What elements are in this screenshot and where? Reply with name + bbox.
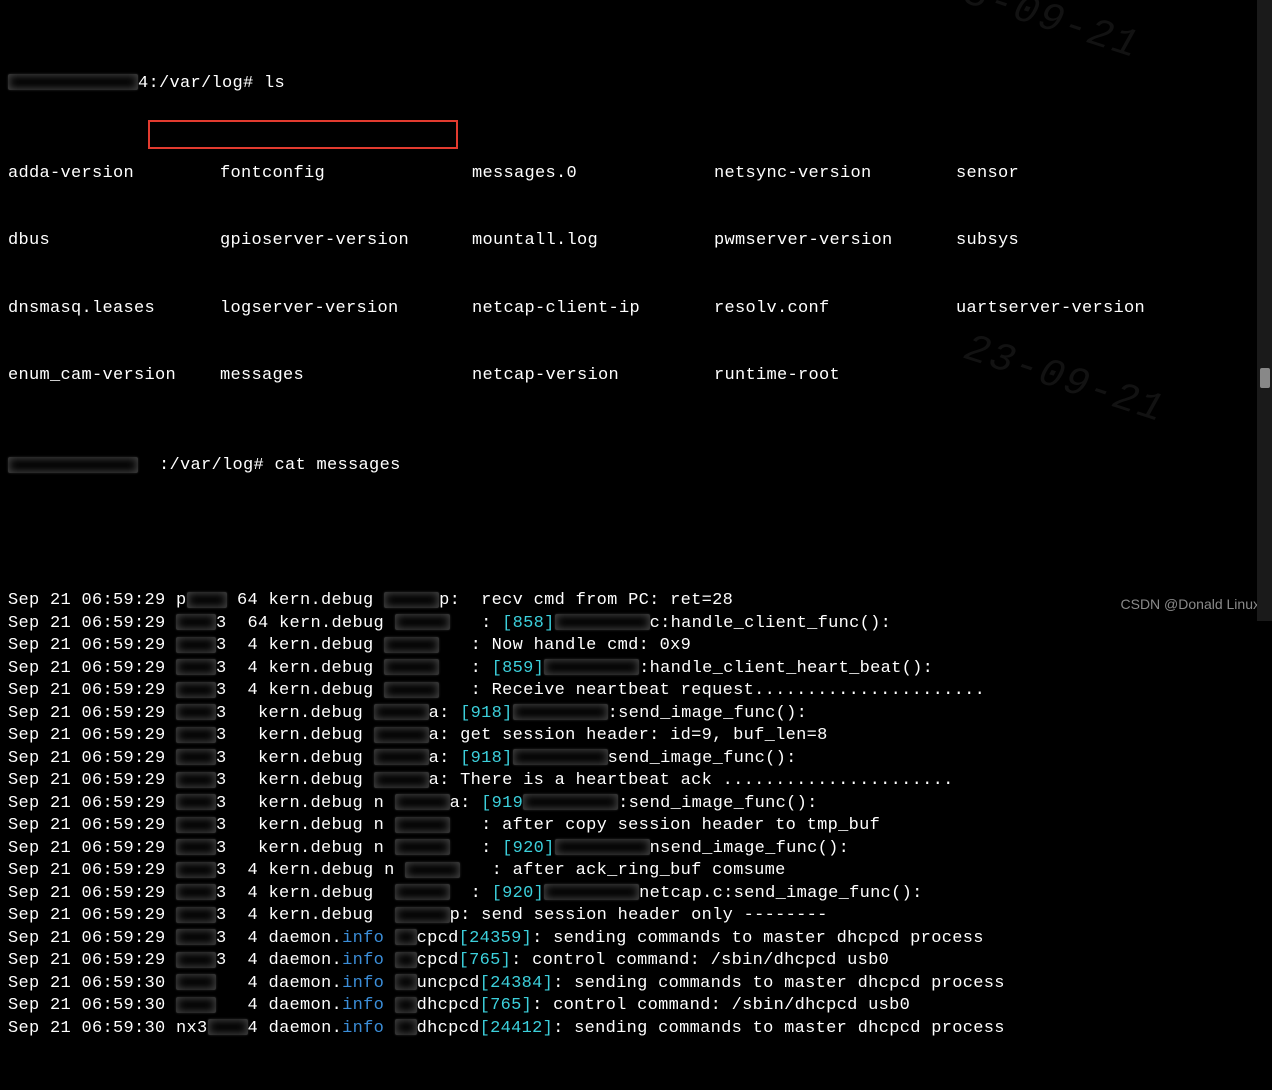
log-line: Sep 21 06:59:29 3 64 kern.debug : [858]c…: [8, 613, 1264, 636]
prompt-line-1: 4:/var/log# ls: [8, 73, 1264, 96]
highlight-box: [148, 120, 458, 149]
csdn-watermark: CSDN @Donald Linux: [1121, 593, 1261, 616]
ls-output-row: adda-versionfontconfigmessages.0netsync-…: [8, 163, 1264, 186]
log-line: Sep 21 06:59:29 3 4 kern.debug n : after…: [8, 860, 1264, 883]
log-line: Sep 21 06:59:30 nx34 daemon.info dhcpcd[…: [8, 1018, 1264, 1041]
log-line: Sep 21 06:59:29 3 kern.debug n a: [919:s…: [8, 793, 1264, 816]
prompt-line-2: :/var/log# cat messages: [8, 455, 1264, 478]
scroll-thumb[interactable]: [1260, 368, 1270, 388]
log-line: Sep 21 06:59:29 3 kern.debug n : after c…: [8, 815, 1264, 838]
log-line: Sep 21 06:59:30 4 daemon.info dhcpcd[765…: [8, 995, 1264, 1018]
scrollbar[interactable]: [1257, 0, 1272, 621]
log-line: Sep 21 06:59:29 3 4 daemon.info cpcd[243…: [8, 928, 1264, 951]
ls-output-row: dbusgpioserver-versionmountall.logpwmser…: [8, 230, 1264, 253]
log-line: Sep 21 06:59:29 p 64 kern.debug p: recv …: [8, 590, 1264, 613]
log-output: Sep 21 06:59:29 p 64 kern.debug p: recv …: [8, 590, 1264, 1040]
log-line: Sep 21 06:59:29 3 4 kern.debug : Receive…: [8, 680, 1264, 703]
log-line: Sep 21 06:59:29 3 kern.debug n : [920]ns…: [8, 838, 1264, 861]
terminal[interactable]: 4:/var/log# ls adda-versionfontconfigmes…: [0, 0, 1272, 1090]
ls-output-row: dnsmasq.leaseslogserver-versionnetcap-cl…: [8, 298, 1264, 321]
log-line: Sep 21 06:59:29 3 kern.debug a: [918]sen…: [8, 748, 1264, 771]
log-line: Sep 21 06:59:29 3 4 kern.debug : [920]ne…: [8, 883, 1264, 906]
log-line: Sep 21 06:59:29 3 kern.debug a: [918]:se…: [8, 703, 1264, 726]
log-line: Sep 21 06:59:29 3 4 kern.debug : [859]:h…: [8, 658, 1264, 681]
log-line: Sep 21 06:59:29 3 kern.debug a: get sess…: [8, 725, 1264, 748]
log-line: Sep 21 06:59:29 3 kern.debug a: There is…: [8, 770, 1264, 793]
log-line: Sep 21 06:59:29 3 4 daemon.info cpcd[765…: [8, 950, 1264, 973]
log-line: Sep 21 06:59:29 3 4 kern.debug : Now han…: [8, 635, 1264, 658]
log-line: Sep 21 06:59:30 4 daemon.info uncpcd[243…: [8, 973, 1264, 996]
log-line: Sep 21 06:59:29 3 4 kern.debug p: send s…: [8, 905, 1264, 928]
ls-output-row: enum_cam-versionmessagesnetcap-versionru…: [8, 365, 1264, 388]
